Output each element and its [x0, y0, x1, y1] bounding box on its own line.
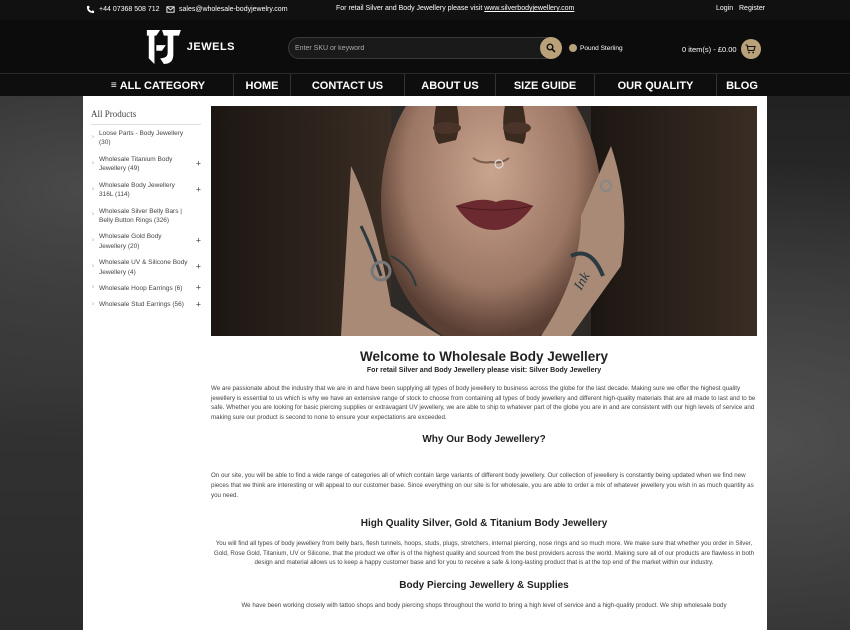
- cart-summary[interactable]: 0 item(s) - £0.00: [682, 39, 761, 59]
- why-paragraph: On our site, you will be able to find a …: [211, 472, 754, 499]
- sidebar-category-item[interactable]: › Wholesale UV & Silicone Body Jewellery …: [91, 254, 201, 280]
- expand-plus-icon[interactable]: +: [196, 298, 201, 311]
- supplies-heading: Body Piercing Jewellery & Supplies: [399, 580, 569, 592]
- category-label: Wholesale Hoop Earrings (6): [99, 285, 183, 293]
- expand-plus-icon[interactable]: +: [196, 157, 201, 170]
- expand-plus-icon[interactable]: +: [196, 183, 201, 196]
- top-bar: +44 07368 508 712 sales@wholesale-bodyje…: [0, 0, 850, 20]
- sidebar-category-item[interactable]: › Wholesale Titanium Body Jewellery (49) +: [91, 151, 201, 177]
- currency-label: Pound Sterling: [580, 44, 623, 52]
- logo-mark-icon: [146, 30, 181, 64]
- nav-label: SIZE GUIDE: [513, 79, 577, 92]
- sidebar-category-item[interactable]: › Wholesale Hoop Earrings (6) +: [91, 280, 201, 296]
- sidebar-category-item[interactable]: › Wholesale Body Jewellery 316L (114) +: [91, 177, 201, 203]
- nav-home[interactable]: HOME: [234, 74, 291, 97]
- sidebar-category-item[interactable]: › Wholesale Stud Earrings (56) +: [91, 296, 201, 312]
- cart-button[interactable]: [740, 39, 761, 59]
- email-contact[interactable]: sales@wholesale-bodyjewelry.com: [166, 5, 288, 14]
- menu-icon: ≡: [110, 80, 117, 91]
- content-panel: All Products › Loose Parts - Body Jewelle…: [83, 96, 767, 630]
- nav-label: OUR QUALITY: [617, 79, 694, 92]
- quality-paragraph: You will find all types of body jeweller…: [213, 540, 755, 567]
- hero-portrait-image: Ink: [211, 106, 757, 336]
- nav-all-category[interactable]: ≡ ALL CATEGORY: [83, 74, 234, 97]
- chevron-right-icon: ›: [92, 212, 94, 219]
- category-label: Wholesale Silver Belly Bars | Belly Butt…: [99, 207, 182, 224]
- logo-text: JEWELS: [186, 41, 235, 53]
- category-label: Loose Parts - Body Jewellery (30): [99, 130, 184, 147]
- chevron-right-icon: ›: [92, 237, 94, 244]
- expand-plus-icon[interactable]: +: [196, 235, 201, 248]
- category-label: Wholesale Titanium Body Jewellery (49): [99, 155, 173, 173]
- nav-label: HOME: [245, 79, 279, 92]
- sidebar-category-item[interactable]: › Wholesale Silver Belly Bars | Belly But…: [91, 203, 201, 229]
- nav-blog[interactable]: BLOG: [717, 74, 767, 97]
- welcome-heading: Welcome to Wholesale Body Jewellery: [359, 349, 609, 364]
- category-label: Wholesale Gold Body Jewellery (20): [99, 233, 162, 250]
- sidebar-title: All Products: [91, 109, 201, 125]
- category-label: Wholesale Stud Earrings (56): [99, 301, 184, 309]
- promo-banner: For retail Silver and Body Jewellery ple…: [336, 5, 574, 12]
- header: JEWELS Pound Sterling 0 item(s) - £0.00: [0, 20, 850, 73]
- email-address: sales@wholesale-bodyjewelry.com: [179, 6, 288, 13]
- expand-plus-icon[interactable]: +: [196, 282, 201, 295]
- quality-heading: High Quality Silver, Gold & Titanium Bod…: [360, 518, 608, 530]
- nav-about-us[interactable]: ABOUT US: [405, 74, 496, 97]
- phone-contact[interactable]: +44 07368 508 712: [86, 5, 160, 14]
- nav-label: ABOUT US: [421, 79, 479, 92]
- nav-our-quality[interactable]: OUR QUALITY: [595, 74, 717, 97]
- cart-icon: [745, 44, 756, 54]
- phone-number: +44 07368 508 712: [99, 6, 160, 13]
- category-list: › Loose Parts - Body Jewellery (30) › Whole…: [91, 125, 201, 313]
- retail-subheading: For retail Silver and Body Jewellery ple…: [366, 367, 602, 374]
- search-icon: [546, 43, 556, 53]
- main-navigation: ≡ ALL CATEGORY HOME CONTACT US ABOUT US …: [0, 73, 850, 97]
- chevron-right-icon: ›: [92, 160, 94, 167]
- envelope-icon: [166, 6, 175, 13]
- expand-plus-icon[interactable]: +: [196, 261, 201, 274]
- why-heading: Why Our Body Jewellery?: [422, 434, 546, 446]
- site-logo[interactable]: JEWELS: [145, 25, 235, 69]
- nav-label: CONTACT US: [311, 79, 384, 92]
- nav-size-guide[interactable]: SIZE GUIDE: [496, 74, 595, 97]
- chevron-right-icon: ›: [92, 263, 94, 270]
- promo-link[interactable]: www.silverbodyjewellery.com: [484, 5, 574, 12]
- nav-contact-us[interactable]: CONTACT US: [291, 74, 405, 97]
- register-link[interactable]: Register: [739, 5, 765, 12]
- chevron-right-icon: ›: [92, 186, 94, 193]
- chevron-right-icon: ›: [92, 301, 94, 308]
- category-label: Wholesale Body Jewellery 316L (114): [99, 181, 175, 199]
- category-sidebar: All Products › Loose Parts - Body Jewelle…: [91, 109, 201, 313]
- chevron-right-icon: ›: [92, 134, 94, 141]
- search-button[interactable]: [540, 37, 562, 59]
- login-link[interactable]: Login: [716, 5, 733, 12]
- promo-text: For retail Silver and Body Jewellery ple…: [336, 5, 483, 12]
- phone-icon: [86, 5, 95, 14]
- search-bar: [288, 37, 562, 59]
- coin-icon: [569, 44, 577, 52]
- main-content: Ink Welcome to Wholesale Body Jewellery …: [211, 106, 757, 611]
- intro-paragraph: We are passionate about the industry tha…: [211, 385, 756, 421]
- nav-label: BLOG: [726, 79, 758, 92]
- currency-selector[interactable]: Pound Sterling: [569, 44, 623, 52]
- hero-image[interactable]: Ink: [211, 106, 757, 336]
- search-input[interactable]: [295, 41, 535, 55]
- supplies-paragraph: We have been working closely with tattoo…: [241, 602, 727, 610]
- sidebar-category-item[interactable]: › Loose Parts - Body Jewellery (30): [91, 125, 201, 151]
- sidebar-category-item[interactable]: › Wholesale Gold Body Jewellery (20) +: [91, 228, 201, 254]
- category-label: Wholesale UV & Silicone Body Jewellery (…: [99, 259, 188, 276]
- cart-total: 0 item(s) - £0.00: [682, 44, 737, 54]
- nav-label: ALL CATEGORY: [119, 79, 206, 92]
- chevron-right-icon: ›: [92, 284, 94, 291]
